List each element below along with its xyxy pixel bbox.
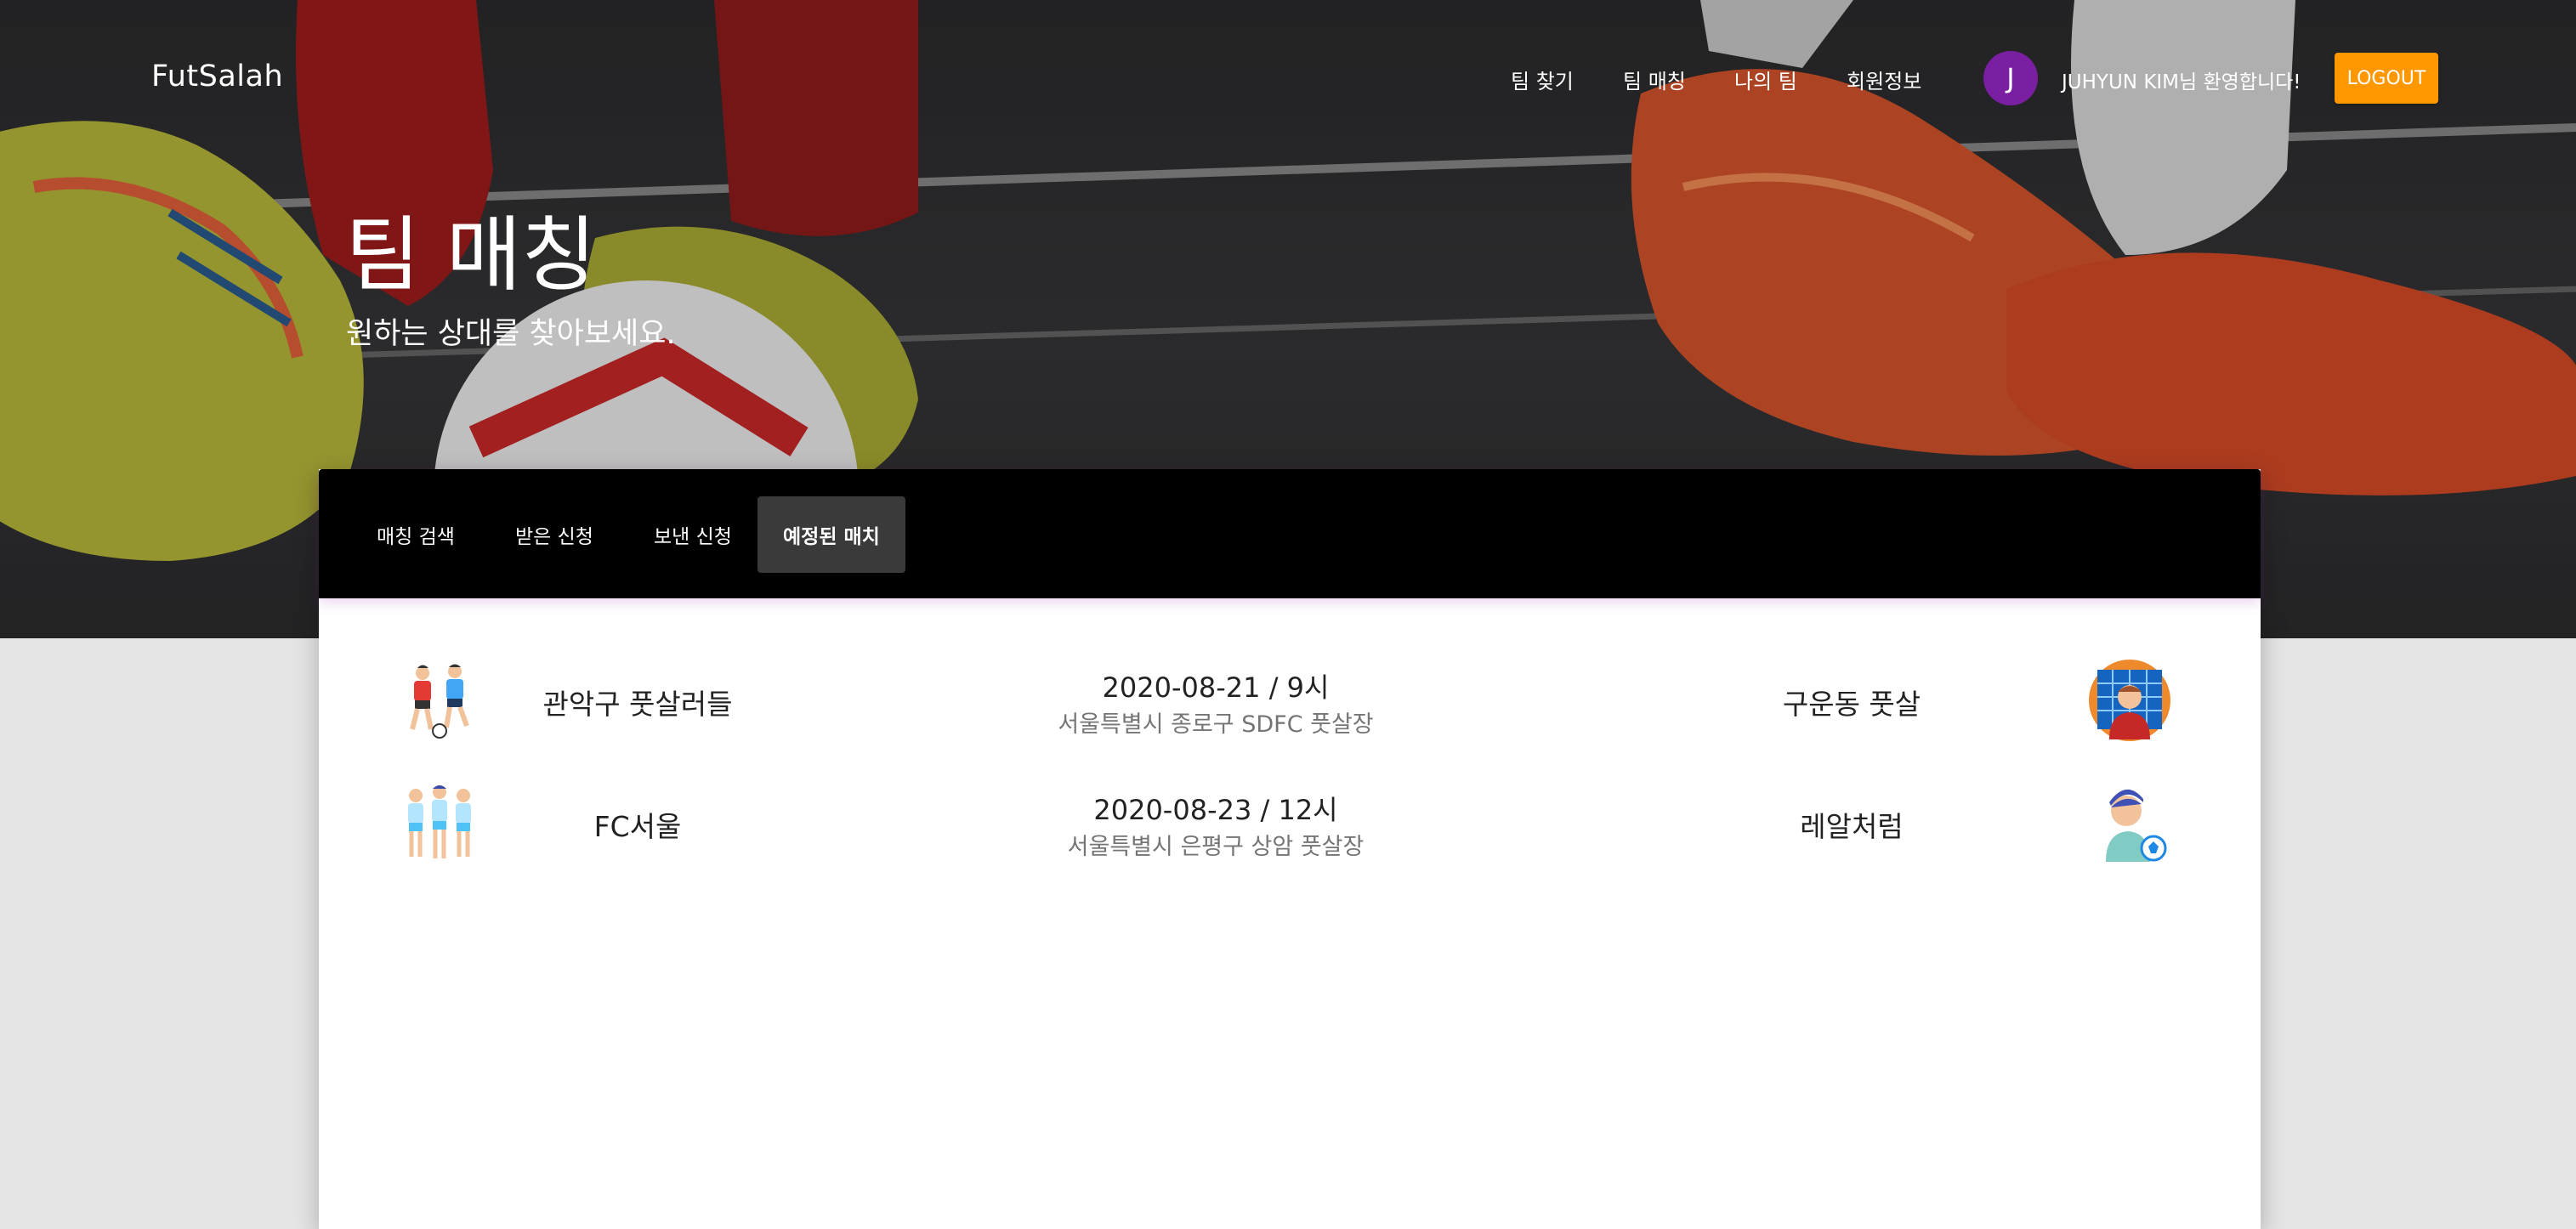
away-team-name: 구운동 풋살: [1782, 688, 1921, 721]
tab-scheduled-matches[interactable]: 예정된 매치: [757, 496, 905, 573]
brand-logo[interactable]: FutSalah: [151, 59, 283, 93]
page-title: 팀 매칭: [345, 207, 597, 303]
match-row[interactable]: 관악구 풋살러들 2020-08-21 / 9시 서울특별시 종로구 SDFC …: [319, 648, 2261, 750]
tab-received-requests[interactable]: 받은 신청: [490, 496, 619, 573]
match-date: 2020-08-21 / 9시: [1102, 671, 1330, 704]
goalkeeper-icon: [2089, 660, 2170, 741]
tab-match-search[interactable]: 매칭 검색: [351, 496, 480, 573]
match-date: 2020-08-23 / 12시: [1093, 794, 1338, 826]
soccer-players-icon: [410, 664, 469, 739]
tab-bar: 매칭 검색 받은 신청 보낸 신청 예정된 매치: [319, 469, 2261, 598]
nav-my-team[interactable]: 나의 팀: [1734, 65, 1797, 94]
page-subtitle: 원하는 상대를 찾아보세요.: [346, 317, 676, 351]
logout-button[interactable]: LOGOUT: [2335, 53, 2438, 104]
tab-sent-requests[interactable]: 보낸 신청: [628, 496, 757, 573]
away-team-name: 레알처럼: [1800, 810, 1904, 843]
welcome-message: JUHYUN KIM님 환영합니다!: [2062, 71, 2301, 93]
nav-team-matching[interactable]: 팀 매칭: [1623, 65, 1686, 94]
home-team-name: FC서울: [593, 810, 682, 843]
player-with-ball-icon: [2106, 789, 2167, 862]
team-players-icon: [408, 785, 471, 858]
match-row[interactable]: FC서울 2020-08-23 / 12시 서울특별시 은평구 상암 풋살장 레…: [319, 770, 2261, 872]
match-place: 서울특별시 은평구 상암 풋살장: [1067, 834, 1365, 860]
nav-find-team[interactable]: 팀 찾기: [1511, 65, 1574, 94]
nav-member-info[interactable]: 회원정보: [1847, 65, 1921, 94]
avatar[interactable]: J: [1983, 51, 2038, 105]
home-team-name: 관악구 풋살러들: [542, 688, 733, 721]
match-place: 서울특별시 종로구 SDFC 풋살장: [1058, 711, 1374, 738]
match-card: 매칭 검색 받은 신청 보낸 신청 예정된 매치 관악구 풋살러들 2020-0…: [319, 469, 2261, 1229]
